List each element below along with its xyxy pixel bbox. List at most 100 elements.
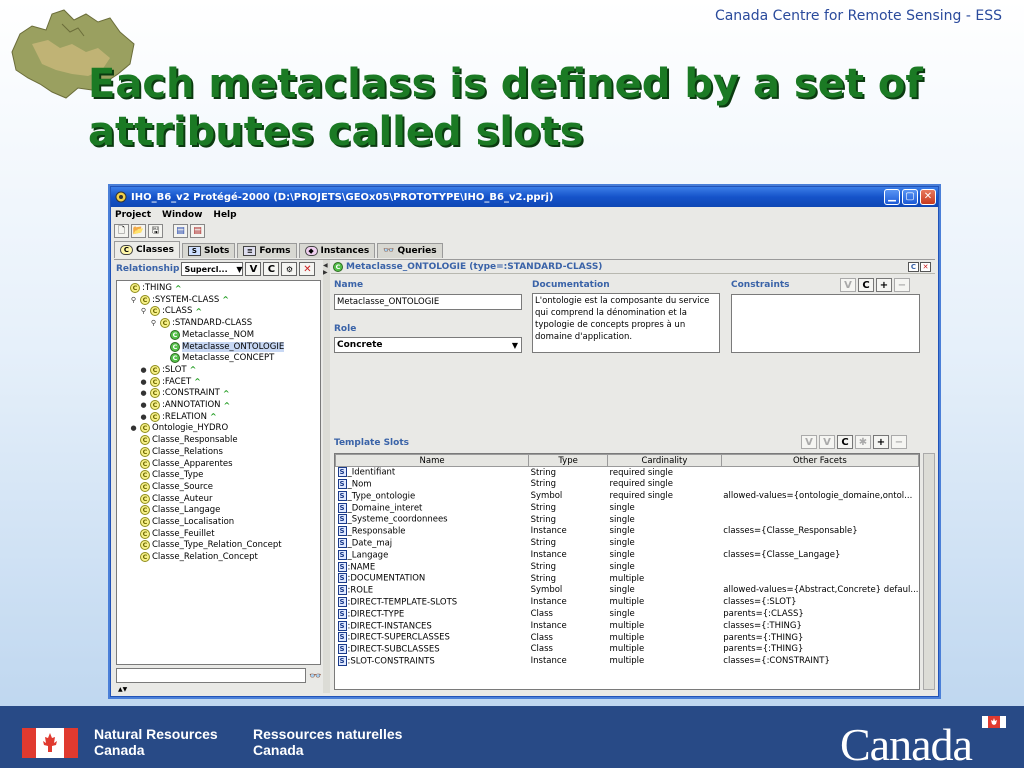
maximize-button[interactable]: ▢ bbox=[902, 189, 918, 205]
tab-instances-label: Instances bbox=[320, 246, 370, 256]
tree-toggle-icon[interactable]: ● bbox=[139, 389, 148, 397]
tree-node[interactable]: C Classe_Apparentes bbox=[129, 458, 233, 470]
table-row[interactable]: S _Identifiant String required single bbox=[336, 467, 919, 479]
close-windows-button[interactable]: ▤ bbox=[190, 224, 205, 238]
tree-node[interactable]: ⚲ C:SYSTEM-CLASS ^ bbox=[129, 294, 229, 306]
tree-node[interactable]: ● C Ontologie_HYDRO bbox=[129, 422, 228, 434]
name-field[interactable]: Metaclasse_ONTOLOGIE bbox=[334, 294, 522, 310]
table-row[interactable]: S:DIRECT-SUPERCLASSES Class multiple parent… bbox=[336, 632, 919, 644]
tree-node[interactable]: ● C:SLOT ^ bbox=[139, 364, 196, 376]
tree-node[interactable]: ● C:RELATION ^ bbox=[139, 411, 217, 423]
tree-node[interactable]: C Classe_Type bbox=[129, 469, 203, 481]
tree-toggle-icon[interactable]: ⚲ bbox=[149, 319, 158, 327]
create-class-button[interactable]: C bbox=[263, 262, 280, 276]
tree-node[interactable]: C Classe_Type_Relation_Concept bbox=[129, 539, 282, 551]
role-select[interactable]: Concrete ▼ bbox=[334, 337, 522, 353]
tree-node[interactable]: C Classe_Auteur bbox=[129, 493, 213, 505]
view-slot-button[interactable]: V bbox=[801, 435, 817, 449]
tab-instances[interactable]: ◆ Instances bbox=[298, 243, 376, 258]
table-row[interactable]: S:ROLE Symbol single allowed-values={Abstra… bbox=[336, 584, 919, 596]
table-row[interactable]: S:NAME String single bbox=[336, 561, 919, 573]
new-project-button[interactable]: 🗋 bbox=[114, 224, 129, 238]
tree-toggle-icon[interactable]: ● bbox=[139, 401, 148, 409]
tree-toggle-icon[interactable]: ● bbox=[139, 366, 148, 374]
view-slot-at-class-button[interactable]: V bbox=[819, 435, 835, 449]
class-menu-button[interactable]: ⚙ bbox=[281, 262, 298, 276]
save-project-button[interactable]: 🖫 bbox=[148, 224, 163, 238]
tab-queries[interactable]: 👓 Queries bbox=[377, 243, 443, 258]
remove-constraint-button[interactable]: − bbox=[894, 278, 910, 292]
table-row[interactable]: S _Langage Instance single classes={Classe_L… bbox=[336, 549, 919, 561]
table-row[interactable]: S:DIRECT-TEMPLATE-SLOTS Instance multiple c… bbox=[336, 596, 919, 608]
class-form-button[interactable]: C bbox=[908, 261, 919, 272]
tab-slots[interactable]: S Slots bbox=[181, 243, 236, 258]
table-row[interactable]: S _Date_maj String single bbox=[336, 537, 919, 549]
table-row[interactable]: S _Responsable Instance single classes={Clas… bbox=[336, 525, 919, 537]
tree-toggle-icon[interactable]: ⚲ bbox=[129, 296, 138, 304]
table-row[interactable]: S _Systeme_coordonnees String single bbox=[336, 514, 919, 526]
column-header-cardinality[interactable]: Cardinality bbox=[607, 454, 722, 467]
open-project-button[interactable]: 📂 bbox=[131, 224, 146, 238]
relationship-select[interactable]: Supercl... ▼ bbox=[181, 262, 244, 276]
pane-splitter[interactable]: ◀ ▶ bbox=[323, 260, 330, 693]
tree-node[interactable]: C Classe_Source bbox=[129, 481, 213, 493]
override-slot-button[interactable]: ✱ bbox=[855, 435, 871, 449]
tree-toggle-icon[interactable]: ● bbox=[139, 413, 148, 421]
tree-toggle-icon[interactable]: ● bbox=[129, 424, 138, 432]
cascade-windows-button[interactable]: ▤ bbox=[173, 224, 188, 238]
tree-node[interactable]: C:THING ^ bbox=[119, 282, 182, 294]
tree-node[interactable]: C Classe_Localisation bbox=[129, 516, 234, 528]
table-row[interactable]: S:DIRECT-SUBCLASSES Class multiple parents=… bbox=[336, 643, 919, 655]
view-constraint-button[interactable]: V bbox=[840, 278, 856, 292]
column-header-other-facets[interactable]: Other Facets bbox=[720, 454, 919, 467]
tree-node[interactable]: C Metaclasse_NOM bbox=[159, 329, 254, 341]
tree-node[interactable]: C Classe_Relations bbox=[129, 446, 223, 458]
tree-node[interactable]: C Classe_Feuillet bbox=[129, 528, 215, 540]
tree-toggle-icon[interactable]: ⚲ bbox=[139, 307, 148, 315]
menu-window[interactable]: Window bbox=[162, 210, 202, 220]
tree-node[interactable]: C Classe_Langage bbox=[129, 504, 220, 516]
tree-node[interactable]: C Classe_Responsable bbox=[129, 434, 238, 446]
tab-classes[interactable]: C Classes bbox=[114, 241, 180, 258]
tree-toggle-icon[interactable]: ● bbox=[139, 378, 148, 386]
tree-node[interactable]: ⚲ C:STANDARD-CLASS bbox=[149, 317, 252, 329]
table-row[interactable]: S _Type_ontologie Symbol required single all… bbox=[336, 490, 919, 502]
table-row[interactable]: S:DIRECT-INSTANCES Instance multiple classe… bbox=[336, 620, 919, 632]
tree-node[interactable]: ● C:ANNOTATION ^ bbox=[139, 399, 230, 411]
column-header-name[interactable]: Name bbox=[335, 454, 530, 467]
table-row[interactable]: S _Domaine_interet String single bbox=[336, 502, 919, 514]
close-button[interactable]: ✕ bbox=[920, 189, 936, 205]
tree-node[interactable]: C Classe_Relation_Concept bbox=[129, 551, 258, 563]
class-tree[interactable]: C:THING ^ ⚲ C:SYSTEM-CLASS ^ ⚲ C:CLASS ^ ⚲ C:STAN… bbox=[116, 280, 321, 665]
tree-node[interactable]: ● C:CONSTRAINT ^ bbox=[139, 387, 230, 399]
class-search-input[interactable] bbox=[116, 668, 306, 683]
tree-node[interactable]: ⚲ C:CLASS ^ bbox=[139, 305, 202, 317]
window-titlebar[interactable]: IHO_B6_v2 Protégé-2000 (D:\PROJETS\GEOx0… bbox=[111, 187, 938, 207]
tree-node[interactable]: C Metaclasse_ONTOLOGIE bbox=[159, 341, 285, 353]
documentation-field[interactable]: L'ontologie est la composante du service… bbox=[532, 293, 720, 353]
find-binoculars-icon[interactable]: 👓 bbox=[309, 671, 321, 682]
tree-node[interactable]: C Metaclasse_CONCEPT bbox=[159, 352, 274, 364]
class-icon: C bbox=[140, 294, 150, 305]
tree-node[interactable]: ● C:FACET ^ bbox=[139, 376, 201, 388]
create-constraint-button[interactable]: C bbox=[858, 278, 874, 292]
table-row[interactable]: S:SLOT-CONSTRAINTS Instance multiple classe… bbox=[336, 655, 919, 667]
table-row[interactable]: S:DIRECT-TYPE Class single parents={:CLASS} bbox=[336, 608, 919, 620]
tree-scroll-arrows[interactable]: ▲▼ bbox=[118, 686, 127, 693]
table-vertical-scrollbar[interactable] bbox=[923, 453, 935, 690]
table-row[interactable]: S _Nom String required single bbox=[336, 478, 919, 490]
table-row[interactable]: S:DOCUMENTATION String multiple bbox=[336, 573, 919, 585]
minimize-button[interactable]: ▁ bbox=[884, 189, 900, 205]
tab-forms[interactable]: ≡ Forms bbox=[237, 243, 297, 258]
remove-slot-button[interactable]: − bbox=[891, 435, 907, 449]
menu-project[interactable]: Project bbox=[115, 210, 151, 220]
view-class-button[interactable]: V bbox=[245, 262, 262, 276]
close-editor-button[interactable]: ✕ bbox=[920, 261, 931, 272]
constraints-list[interactable] bbox=[731, 294, 920, 353]
create-slot-button[interactable]: C bbox=[837, 435, 853, 449]
column-header-type[interactable]: Type bbox=[528, 454, 609, 467]
add-slot-button[interactable]: + bbox=[873, 435, 889, 449]
add-constraint-button[interactable]: + bbox=[876, 278, 892, 292]
menu-help[interactable]: Help bbox=[213, 210, 236, 220]
delete-class-button[interactable]: ✕ bbox=[299, 262, 316, 276]
